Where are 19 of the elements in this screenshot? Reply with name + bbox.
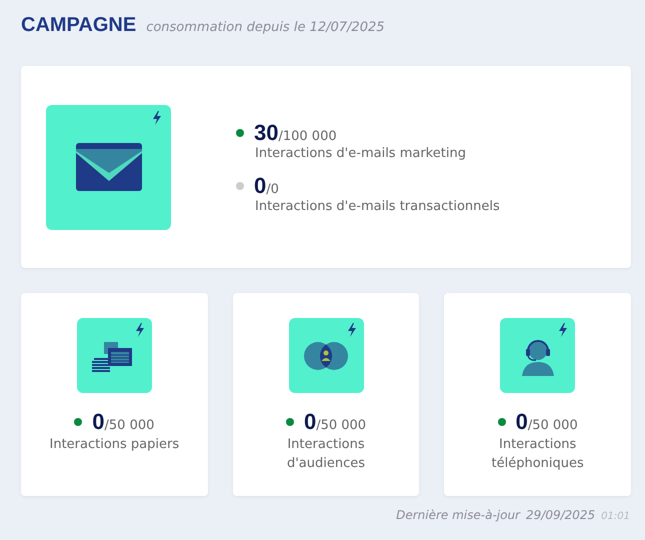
usage-count: 0/50 000 bbox=[516, 409, 578, 435]
lightning-icon bbox=[152, 110, 162, 124]
lightning-icon bbox=[134, 323, 145, 337]
update-label: Dernière mise-à-jour bbox=[396, 508, 520, 522]
usage-label: Interactions papiers bbox=[49, 436, 180, 454]
usage-label: Interactions téléphoniques bbox=[490, 436, 585, 473]
update-date: 29/09/2025 bbox=[526, 508, 596, 522]
lightning-icon bbox=[346, 323, 356, 337]
envelope-icon bbox=[76, 143, 142, 191]
usage-count: 0/50 000 bbox=[304, 409, 366, 435]
page-title: CAMPAGNE bbox=[21, 14, 136, 37]
usage-label: Interactions d'audiences bbox=[286, 436, 366, 473]
usage-label: Interactions d'e-mails transactionnels bbox=[254, 199, 500, 214]
page-subtitle: consommation depuis le 12/07/2025 bbox=[146, 20, 385, 35]
usage-count: 30/100 000 bbox=[254, 120, 337, 146]
usage-count: 0/0 bbox=[254, 173, 279, 199]
usage-label: Interactions d'e-mails marketing bbox=[254, 146, 467, 161]
usage-count: 0/50 000 bbox=[92, 409, 154, 435]
lightning-icon bbox=[558, 323, 568, 337]
